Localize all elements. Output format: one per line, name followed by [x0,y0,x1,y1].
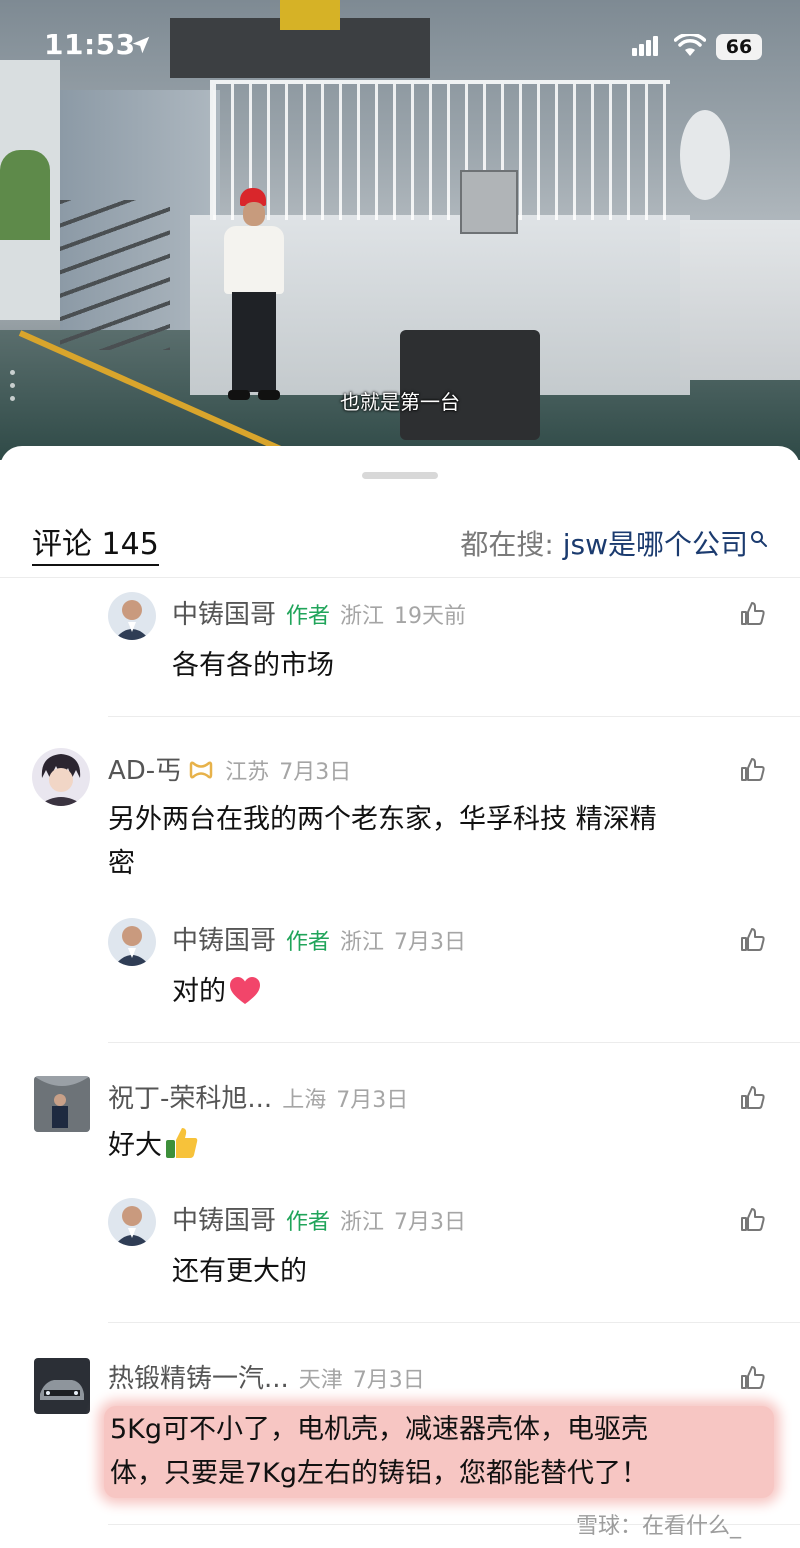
control-box [460,170,518,234]
cellular-signal-icon [632,36,660,56]
watermark: 雪球：在看什么_ [576,1514,742,1539]
comment-time: 7月3日 [352,1368,425,1393]
infinity-badge-icon [189,761,213,779]
avatar[interactable] [34,1076,90,1132]
stairs [60,200,170,350]
comment-text: 另外两台在我的两个老东家，华孚科技 精深精 密 [108,804,657,879]
comment-location: 浙江 [340,930,385,955]
dryer-unit [400,330,540,440]
comment-time: 19天前 [394,604,467,629]
video-subtitle: 也就是第一台 [340,390,460,414]
comment-location: 江苏 [225,760,270,785]
tree [0,150,50,240]
video-player[interactable]: 也就是第一台 11:53 66 [0,0,800,460]
avatar[interactable] [108,592,156,640]
comment-author[interactable]: 中铸国哥 [172,600,276,630]
search-suggestion-keyword[interactable]: jsw是哪个公司 [563,528,748,561]
comment-author[interactable]: 中铸国哥 [172,1206,276,1236]
machine-dish [680,110,730,200]
location-arrow-icon [132,36,150,54]
search-icon [751,531,767,547]
comment-author[interactable]: 中铸国哥 [172,926,276,956]
status-bar: 11:53 66 [0,28,800,68]
thumbs-up-emoji-icon [166,1128,198,1158]
comment-text: 各有各的市场 [172,650,334,681]
avatar[interactable] [34,1358,90,1414]
thumb-up-icon[interactable] [738,926,766,954]
comment-text: 对的 [172,970,262,1014]
comment-location: 上海 [282,1088,327,1113]
comment-text: 5Kg可不小了，电机壳，减速器壳体，电驱壳 体，只要是7Kg左右的铸铝，您都能替… [104,1406,774,1498]
sheet-grabber[interactable] [362,472,438,479]
author-badge: 作者 [286,604,331,629]
comment-text: 好大 [108,1124,200,1168]
divider [108,1042,800,1043]
status-time: 11:53 [44,28,136,61]
comment-time: 7月3日 [394,1210,467,1235]
comments-header: 评论 145 都在搜: jsw是哪个公司 [0,516,800,578]
comment-text: 还有更大的 [172,1256,307,1287]
battery-indicator: 66 [716,34,762,60]
author-badge: 作者 [286,930,331,955]
presenter [220,188,286,408]
divider [108,1322,800,1323]
search-suggestion[interactable]: 都在搜: jsw是哪个公司 [460,528,768,562]
comments-tab[interactable]: 评论 145 [32,528,159,566]
divider [108,716,800,717]
comment-location: 浙江 [340,1210,385,1235]
avatar[interactable] [108,1198,156,1246]
thumb-up-icon[interactable] [738,600,766,628]
page-indicator [10,370,16,409]
comment-time: 7月3日 [336,1088,409,1113]
machine-cabinet [680,220,800,380]
comment-author[interactable]: AD-丐 [108,756,181,786]
comment-author[interactable]: 祝丁-荣科旭... [108,1084,272,1114]
comment-time: 7月3日 [394,930,467,955]
thumb-up-icon[interactable] [738,1084,766,1112]
crane-hook [280,0,340,30]
avatar[interactable] [108,918,156,966]
comment-location: 天津 [298,1368,343,1393]
thumb-up-icon[interactable] [738,1206,766,1234]
wifi-icon [674,34,706,56]
author-badge: 作者 [286,1210,331,1235]
comment-time: 7月3日 [279,760,352,785]
avatar[interactable] [32,748,90,806]
search-suggestion-label: 都在搜: [460,528,563,561]
heart-icon [230,977,260,1004]
thumb-up-icon[interactable] [738,1364,766,1392]
comment-author[interactable]: 热锻精铸一汽... [108,1364,289,1394]
thumb-up-icon[interactable] [738,756,766,784]
comment-location: 浙江 [340,604,385,629]
